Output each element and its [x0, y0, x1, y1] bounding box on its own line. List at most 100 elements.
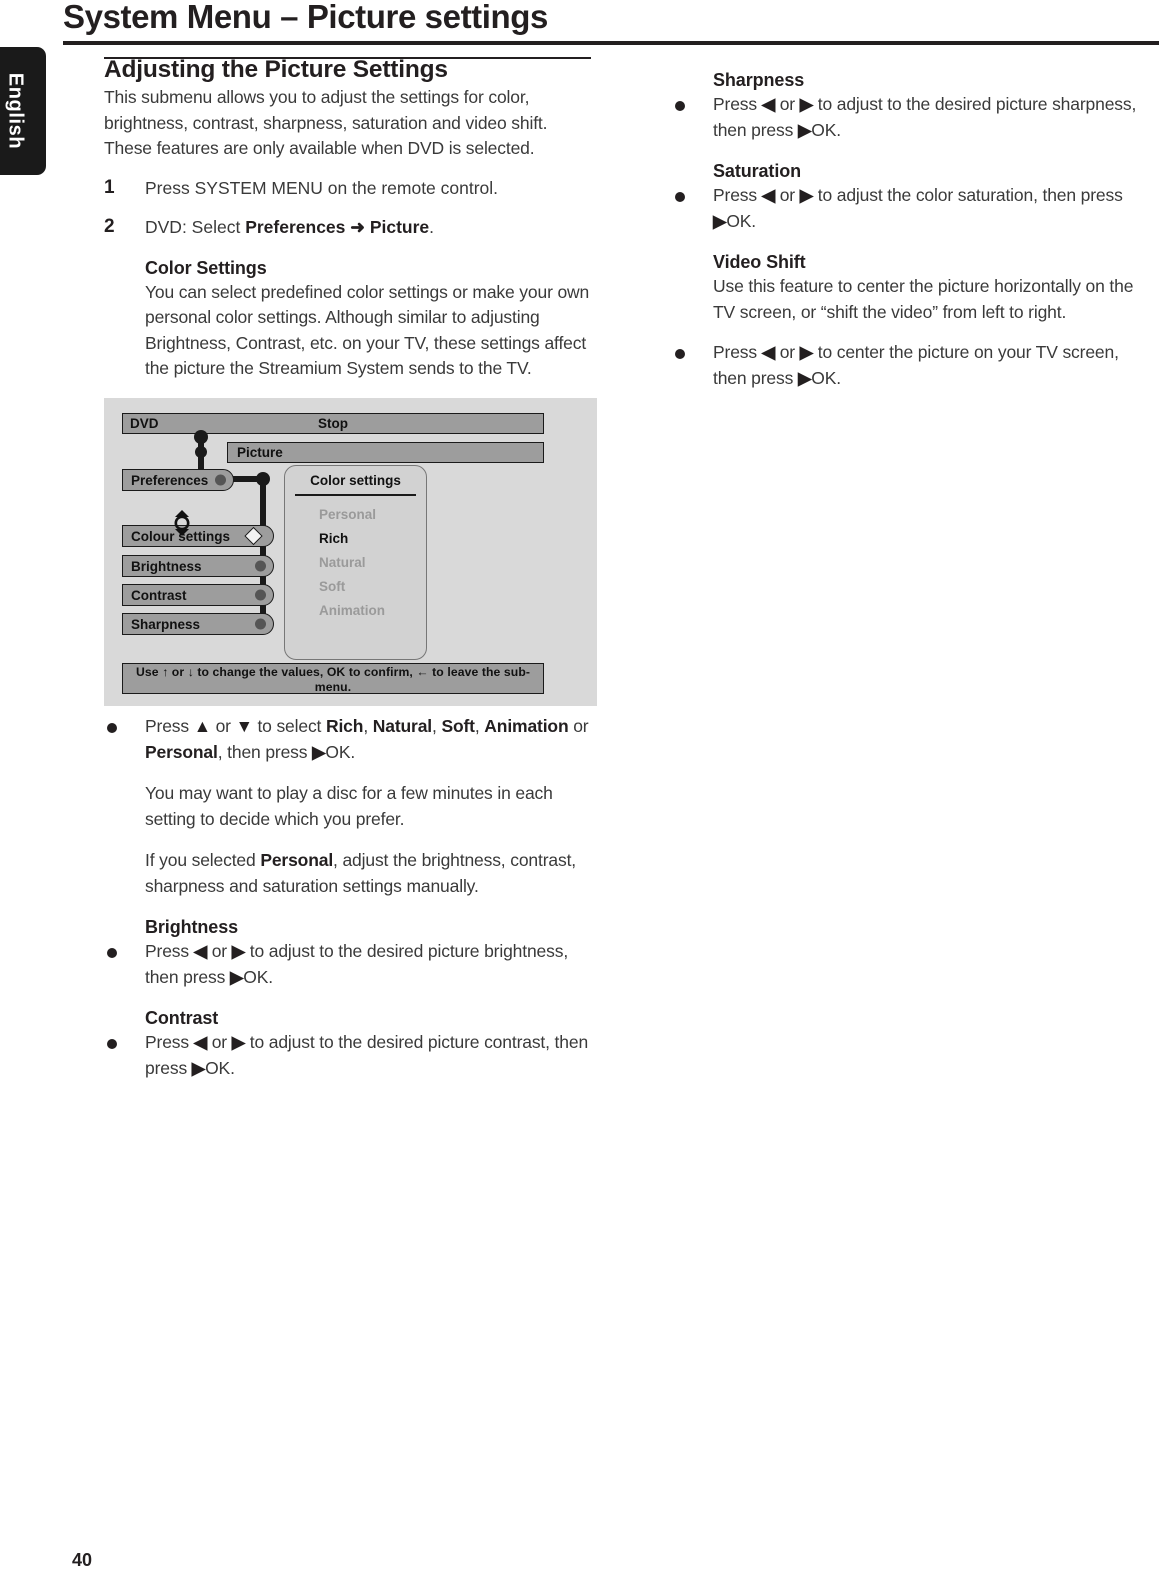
note-personal-bold: Personal: [260, 850, 334, 870]
contrast-heading: Contrast: [145, 1008, 219, 1028]
bullet-brightness: Press ◀ or ▶ to adjust to the desired pi…: [104, 939, 596, 990]
play-arrow-icon: ▶: [713, 210, 727, 231]
option-soft: Soft: [441, 716, 475, 736]
step-2-text-before: DVD: Select: [145, 217, 246, 237]
contrast-text-a: Press: [145, 1032, 194, 1052]
diagram-menu-item-label: Preferences: [131, 472, 209, 488]
brightness-text-a: Press: [145, 941, 194, 961]
diagram-state-label: Stop: [318, 415, 348, 431]
bullet-dot-icon: [107, 1039, 117, 1049]
bullet-text-b: or: [210, 716, 236, 736]
diagram-menu-item-preferences[interactable]: Preferences: [122, 469, 234, 491]
bullet-saturation: Press ◀ or ▶ to adjust the color saturat…: [672, 183, 1152, 234]
language-tab: English: [0, 47, 46, 175]
bullet-dot-icon: [675, 192, 685, 202]
video-shift-text-a: Press: [713, 342, 762, 362]
diagram-menu-item-brightness[interactable]: Brightness: [122, 555, 274, 577]
diagram-hint-bar: Use ↑ or ↓ to change the values, OK to c…: [122, 663, 544, 694]
bullet-select-mode: Press ▲ or ▼ to select Rich, Natural, So…: [104, 714, 596, 765]
color-settings-block: Color Settings You can select predefined…: [104, 256, 596, 382]
left-arrow-icon: ◀: [761, 342, 776, 362]
diagram-menu-item-contrast[interactable]: Contrast: [122, 584, 274, 606]
right-arrow-icon: ▶: [799, 94, 814, 114]
diagram-menu-item-label: Brightness: [131, 558, 202, 574]
play-arrow-icon: ▶: [797, 119, 812, 140]
note-play-disc: You may want to play a disc for a few mi…: [145, 783, 553, 829]
dot-indicator-icon: [255, 589, 266, 601]
submenu-option-natural[interactable]: Natural: [319, 555, 366, 570]
bullet-contrast: Press ◀ or ▶ to adjust to the desired pi…: [104, 1030, 596, 1081]
bullet-dot-icon: [107, 948, 117, 958]
page-title: System Menu – Picture settings: [63, 0, 548, 35]
diagram-menu-item-colour-settings[interactable]: Colour settings: [122, 525, 274, 547]
down-arrow-icon: ▼: [235, 716, 253, 736]
bullet-dot-icon: [107, 723, 117, 733]
diagram-menu-item-sharpness[interactable]: Sharpness: [122, 613, 274, 635]
dot-indicator-icon: [255, 618, 266, 630]
page-number: 40: [72, 1550, 93, 1570]
right-arrow-icon: ▶: [799, 342, 814, 362]
step-1-text: Press SYSTEM MENU on the remote control.: [145, 177, 499, 198]
diagram-menu-item-label: Contrast: [131, 587, 187, 603]
left-arrow-icon: ◀: [193, 941, 208, 961]
diagram-menu-item-label: Sharpness: [131, 616, 201, 632]
right-arrow-icon: ▶: [231, 941, 246, 961]
up-arrow-icon: ▲: [193, 716, 211, 736]
step-1-number: 1: [104, 176, 115, 198]
saturation-text-a: Press: [713, 185, 762, 205]
diagram-menu-item-label: Colour settings: [131, 528, 231, 544]
saturation-text-c: to adjust the color saturation, then pre…: [813, 185, 1123, 205]
step-2: 2 DVD: Select Preferences ➜ Picture.: [104, 215, 596, 241]
video-shift-text-b: or: [775, 342, 800, 362]
submenu-divider: [295, 494, 416, 496]
note-personal: If you selected Personal, adjust the bri…: [104, 848, 596, 899]
play-arrow-icon: ▶: [312, 741, 326, 762]
title-rule: [63, 41, 1159, 45]
sharpness-text-b: or: [775, 94, 800, 114]
video-shift-heading: Video Shift: [713, 252, 806, 272]
right-arrow-icon: ▶: [231, 1032, 246, 1052]
bullet-dot-icon: [675, 101, 685, 111]
diagram-status-bar: DVD Stop: [122, 413, 544, 434]
play-arrow-icon: ▶: [797, 367, 812, 388]
submenu-option-soft[interactable]: Soft: [319, 579, 345, 594]
dot-indicator-icon: [215, 474, 226, 486]
contrast-text-b: or: [207, 1032, 232, 1052]
brightness-heading: Brightness: [145, 917, 239, 937]
language-tab-label: English: [4, 72, 27, 150]
bullet-dot-icon: [675, 349, 685, 359]
bullet-text-c: to select: [252, 716, 326, 736]
diagram-picture-label: Picture: [237, 444, 283, 460]
right-arrow-icon: ▶: [799, 185, 814, 205]
video-shift-body: Use this feature to center the picture h…: [713, 276, 1134, 322]
play-arrow-icon: ▶: [191, 1057, 206, 1078]
step-2-number: 2: [104, 216, 115, 237]
play-arrow-icon: ▶: [229, 966, 244, 987]
tv-menu-diagram: DVD Stop Picture Preferences Colour sett…: [104, 398, 597, 706]
bullet-text-d: or: [568, 716, 589, 736]
submenu-option-animation[interactable]: Animation: [319, 603, 385, 618]
saturation-text-b: or: [775, 185, 800, 205]
left-arrow-icon: ◀: [761, 185, 776, 205]
sharpness-text-a: Press: [713, 94, 762, 114]
dot-indicator-icon: [255, 560, 266, 572]
bullet-sharpness: Press ◀ or ▶ to adjust to the desired pi…: [672, 92, 1152, 143]
note-personal-a: If you selected: [145, 850, 261, 870]
right-column: Sharpness Press ◀ or ▶ to adjust to the …: [672, 68, 1152, 391]
arrow-right-icon: ➜: [350, 217, 365, 237]
color-settings-body: You can select predefined color settings…: [145, 281, 590, 379]
step-2-bold-preferences: Preferences: [245, 217, 346, 237]
contrast-text-d: OK.: [205, 1057, 235, 1078]
bullet-text-e: , then press: [217, 741, 313, 762]
submenu-option-rich[interactable]: Rich: [319, 531, 348, 546]
bullet-video-shift: Press ◀ or ▶ to center the picture on yo…: [672, 340, 1152, 391]
left-column-lower: Press ▲ or ▼ to select Rich, Natural, So…: [104, 714, 596, 1081]
color-settings-heading: Color Settings: [145, 257, 267, 278]
connector-dot-top: [194, 430, 208, 444]
left-arrow-icon: ◀: [193, 1032, 208, 1052]
connector-dot-middle: [195, 446, 207, 458]
submenu-title: Color settings: [310, 473, 401, 488]
diamond-indicator-icon: [244, 526, 263, 546]
intro-paragraph: This submenu allows you to adjust the se…: [104, 87, 548, 158]
submenu-option-personal[interactable]: Personal: [319, 507, 376, 522]
